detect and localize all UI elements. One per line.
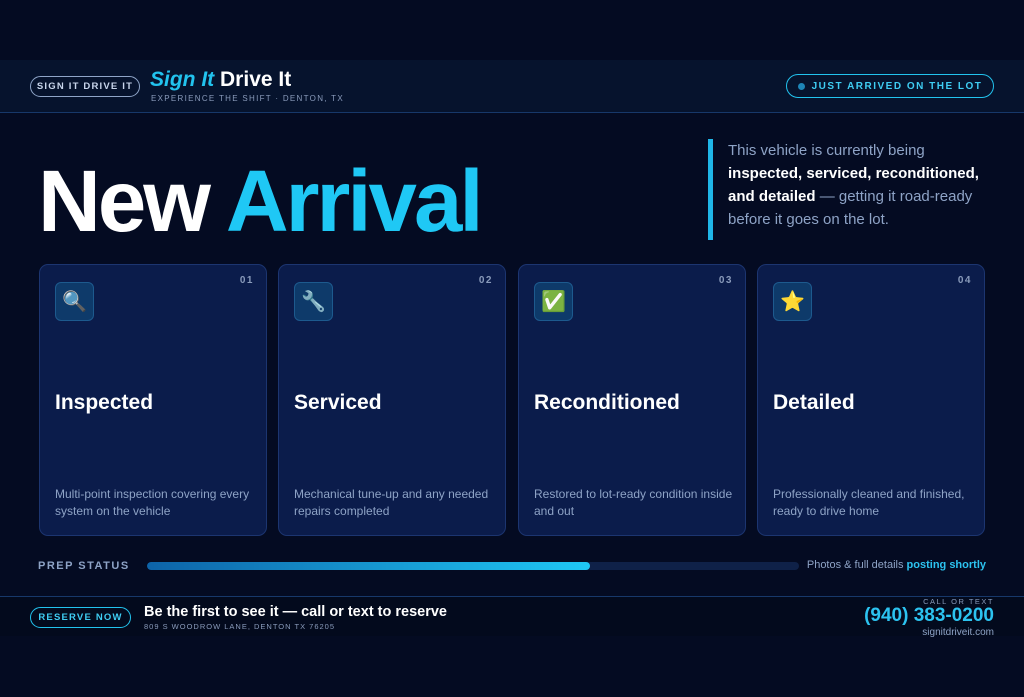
card-number: 01	[239, 275, 254, 286]
footer-address: 809 S WOODROW LANE, DENTON TX 76205	[144, 622, 336, 631]
card-number: 02	[478, 275, 493, 286]
card-title: Detailed	[773, 391, 855, 414]
website-link[interactable]: signitdriveit.com	[922, 627, 994, 638]
card-description: Professionally cleaned and finished, rea…	[773, 487, 965, 518]
prep-progress-bar	[147, 562, 799, 570]
footer-headline: Be the first to see it — call or text to…	[144, 604, 447, 620]
footer-bar: RESERVE NOW Be the first to see it — cal…	[0, 596, 1024, 638]
card-title: Serviced	[294, 391, 382, 414]
card-title: Inspected	[55, 391, 154, 414]
check-icon: ✅	[534, 282, 573, 321]
brand-title: Sign It Drive It	[150, 68, 291, 92]
brand-badge: SIGN IT DRIVE IT	[30, 76, 140, 97]
brand-title-rest: Drive It	[220, 68, 292, 91]
prep-progress-fill	[147, 562, 591, 570]
card-serviced: 02 🔧 Serviced Mechanical tune-up and any…	[278, 264, 506, 536]
star-icon: ⭐	[773, 282, 812, 321]
status-dot-icon	[797, 82, 805, 90]
card-inspected: 01 🔍 Inspected Multi-point inspection co…	[39, 264, 267, 536]
prep-note-accent: posting shortly	[906, 559, 986, 571]
card-number: 03	[718, 275, 733, 286]
reserve-now-button[interactable]: RESERVE NOW	[30, 607, 131, 628]
hero-title-accent: Arrival	[225, 153, 484, 250]
card-description: Mechanical tune-up and any needed repair…	[294, 487, 489, 518]
phone-link[interactable]: (940) 383-0200	[864, 605, 994, 627]
card-description: Multi-point inspection covering every sy…	[55, 487, 250, 518]
prep-note-lead: Photos & full details	[806, 559, 904, 571]
top-header: SIGN IT DRIVE IT Sign It Drive It EXPERI…	[0, 60, 1024, 113]
status-badge: JUST ARRIVED ON THE LOT	[786, 74, 994, 98]
brand-subtitle: EXPERIENCE THE SHIFT · DENTON, TX	[151, 94, 345, 103]
prep-status-label: PREP STATUS	[38, 560, 130, 572]
card-title: Reconditioned	[534, 391, 680, 414]
prep-note: Photos & full details posting shortly	[807, 559, 986, 571]
hero-title: New Arrival	[38, 152, 484, 252]
card-reconditioned: 03 ✅ Reconditioned Restored to lot-ready…	[518, 264, 746, 536]
hero-title-main: New	[38, 153, 211, 250]
status-badge-label: JUST ARRIVED ON THE LOT	[811, 80, 983, 92]
brand-title-accent: Sign It	[150, 68, 215, 91]
card-description: Restored to lot-ready condition inside a…	[534, 487, 733, 518]
wrench-icon: 🔧	[294, 282, 333, 321]
hero-note: This vehicle is currently being inspecte…	[708, 139, 998, 240]
hero-note-lead: This vehicle is currently being	[728, 142, 925, 159]
card-detailed: 04 ⭐ Detailed Professionally cleaned and…	[757, 264, 985, 536]
magnifier-icon: 🔍	[55, 282, 94, 321]
card-number: 04	[957, 275, 972, 286]
